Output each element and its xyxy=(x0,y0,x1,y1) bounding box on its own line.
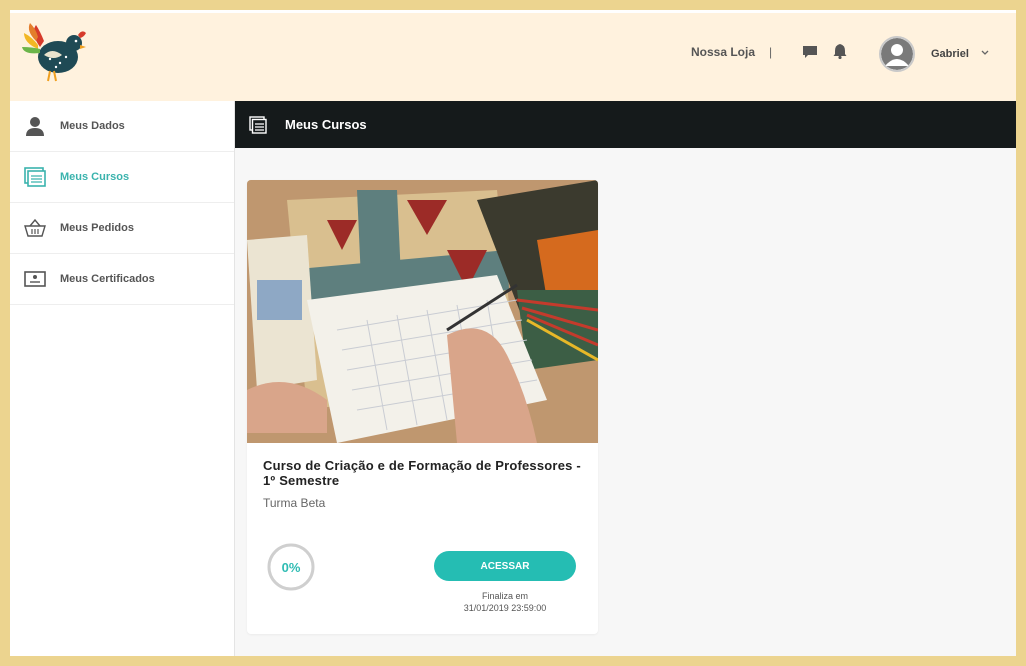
progress-label: 0% xyxy=(281,559,301,575)
courses-icon xyxy=(249,115,267,134)
sidebar-item-meus-cursos[interactable]: Meus Cursos xyxy=(10,152,234,203)
certificate-icon xyxy=(24,268,46,290)
sidebar-item-meus-dados[interactable]: Meus Dados xyxy=(10,101,234,152)
header: Nossa Loja | Gabriel xyxy=(10,13,1016,101)
user-name[interactable]: Gabriel xyxy=(931,48,969,60)
courses-icon xyxy=(24,166,46,188)
sidebar-item-label: Meus Dados xyxy=(60,120,125,132)
user-avatar-icon xyxy=(881,38,913,70)
access-button[interactable]: ACESSAR xyxy=(434,551,576,581)
chevron-down-icon[interactable] xyxy=(980,48,990,58)
app-frame: Nossa Loja | Gabriel Meus Dados Meus Cur… xyxy=(10,10,1016,656)
section-title: Meus Cursos xyxy=(285,117,367,132)
sidebar-item-label: Meus Pedidos xyxy=(60,222,134,234)
sidebar-item-meus-pedidos[interactable]: Meus Pedidos xyxy=(10,203,234,254)
ends-label: Finaliza em xyxy=(481,591,528,601)
course-card: Curso de Criação e de Formação de Profes… xyxy=(247,180,598,634)
user-icon xyxy=(24,115,46,137)
bell-icon[interactable] xyxy=(832,43,848,59)
chat-icon[interactable] xyxy=(802,44,818,60)
sidebar-item-meus-certificados[interactable]: Meus Certificados xyxy=(10,254,234,305)
sidebar-item-label: Meus Certificados xyxy=(60,273,155,285)
course-image[interactable] xyxy=(247,180,598,443)
section-header: Meus Cursos xyxy=(235,101,1016,148)
avatar[interactable] xyxy=(879,36,915,72)
chicken-logo-icon[interactable] xyxy=(20,19,88,85)
course-class: Turma Beta xyxy=(263,496,326,510)
store-link[interactable]: Nossa Loja xyxy=(691,45,755,59)
nav-separator: | xyxy=(769,45,773,59)
course-end-date: Finaliza em 31/01/2019 23:59:00 xyxy=(434,590,576,614)
sidebar: Meus Dados Meus Cursos Meus Pedidos Meus… xyxy=(10,101,235,656)
sidebar-item-label: Meus Cursos xyxy=(60,171,130,183)
course-title[interactable]: Curso de Criação e de Formação de Profes… xyxy=(263,458,583,488)
basket-icon xyxy=(24,217,46,239)
ends-date: 31/01/2019 23:59:00 xyxy=(463,603,547,613)
